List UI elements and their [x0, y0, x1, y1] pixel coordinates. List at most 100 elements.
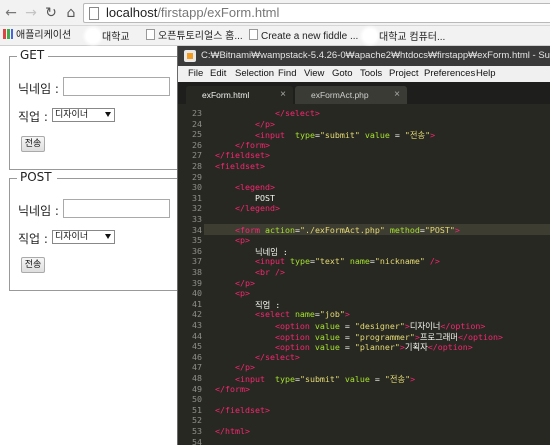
- code-token: =: [369, 374, 385, 384]
- line-number: 24: [192, 118, 202, 129]
- code-token: type: [289, 256, 310, 267]
- close-icon[interactable]: ×: [280, 86, 286, 104]
- bookmark-apps[interactable]: 애플리케이션: [3, 29, 71, 43]
- nickname-input[interactable]: [63, 199, 170, 218]
- code-token: <option: [274, 342, 310, 353]
- home-icon[interactable]: ⌂: [62, 4, 80, 22]
- line-number: 51: [192, 404, 202, 415]
- code-token: <input: [234, 374, 265, 384]
- code-token: </form>: [234, 139, 270, 150]
- code-token: </select>: [254, 351, 300, 362]
- menu-tools[interactable]: Tools: [360, 66, 382, 82]
- line-number: 25: [192, 129, 202, 140]
- code-token: <input: [254, 256, 285, 267]
- menu-find[interactable]: Find: [278, 66, 296, 82]
- window-title-bar[interactable]: C:₩Bitnami₩wampstack-5.4.26-0₩apache2₩ht…: [178, 46, 550, 66]
- bookmark-university-computer[interactable]: 대학교 컴퓨터...: [363, 29, 445, 43]
- line-number-gutter: 23 24 25 26 27 28 29 30 31 32 33 34 35 36 37 38 39 40 41 42…: [178, 104, 204, 445]
- code-line: <form action="./exFormAct.php" method="P…: [215, 225, 460, 235]
- menu-file[interactable]: File: [188, 66, 203, 82]
- tab-exformact-php[interactable]: exFormAct.php ×: [295, 86, 407, 104]
- line-number: 45: [192, 341, 202, 352]
- nickname-input[interactable]: [63, 77, 170, 96]
- code-line: </p>: [215, 362, 255, 372]
- code-token: "전송": [404, 130, 431, 141]
- fieldset-border: [48, 56, 193, 57]
- menu-help[interactable]: Help: [476, 66, 496, 82]
- line-number: 44: [192, 330, 202, 341]
- code-token: 기획자: [404, 342, 428, 353]
- submit-button[interactable]: 전송: [21, 257, 45, 273]
- line-number: 26: [192, 139, 202, 150]
- tab-label: exFormAct.php: [311, 90, 369, 100]
- line-number: 46: [192, 351, 202, 362]
- menu-edit[interactable]: Edit: [210, 66, 226, 82]
- code-editor[interactable]: 23 24 25 26 27 28 29 30 31 32 33 34 35 36 37 38 39 40 41 42…: [178, 104, 550, 445]
- menu-bar: File Edit Selection Find View Goto Tools…: [178, 66, 550, 82]
- dropdown-arrow-icon: [105, 112, 111, 117]
- job-select[interactable]: 디자이너: [52, 230, 115, 244]
- submit-button[interactable]: 전송: [21, 136, 45, 152]
- code-token: type: [294, 130, 315, 141]
- close-icon[interactable]: ×: [394, 86, 400, 104]
- code-line: <fieldset>: [215, 161, 265, 171]
- job-select[interactable]: 디자이너: [52, 108, 115, 122]
- code-token: "job": [319, 309, 345, 320]
- url-text: localhost/firstapp/exForm.html: [106, 5, 279, 20]
- tab-exform-html[interactable]: exForm.html ×: [186, 86, 293, 104]
- code-token: </fieldset>: [215, 150, 270, 161]
- code-token: >: [454, 224, 460, 235]
- back-arrow-icon[interactable]: ←: [2, 4, 20, 22]
- bookmark-opentutorials[interactable]: 오픈튜토리얼스 홈...: [146, 29, 243, 43]
- code-line: </html>: [215, 426, 250, 436]
- reload-icon[interactable]: ↻: [42, 4, 60, 22]
- menu-goto[interactable]: Goto: [332, 66, 353, 82]
- line-number: 38: [192, 267, 202, 277]
- code-token: value: [364, 130, 390, 141]
- bookmarks-bar: 애플리케이션 대학교 오픈튜토리얼스 홈... Create a new fid…: [0, 26, 550, 46]
- code-token: </html>: [215, 426, 250, 436]
- code-line: <legend>: [215, 182, 275, 192]
- code-token: <legend>: [234, 182, 275, 193]
- line-number: 29: [192, 171, 202, 182]
- forward-arrow-icon[interactable]: →: [22, 4, 40, 22]
- menu-project[interactable]: Project: [389, 66, 419, 82]
- code-token: </p>: [254, 118, 275, 129]
- code-line: </p>: [215, 278, 255, 288]
- code-token: value: [344, 374, 370, 384]
- bookmark-label: Create a new fiddle ...: [261, 31, 359, 42]
- job-selected-value: 디자이너: [55, 232, 89, 242]
- line-number: 31: [192, 192, 202, 203]
- menu-view[interactable]: View: [304, 66, 324, 82]
- menu-selection[interactable]: Selection: [235, 66, 274, 82]
- code-token: <form: [234, 224, 260, 235]
- code-token: >: [410, 374, 416, 384]
- code-token: =: [339, 342, 355, 353]
- code-token: action: [264, 224, 295, 235]
- page-icon: [146, 29, 155, 40]
- dropdown-arrow-icon: [105, 234, 111, 239]
- browser-toolbar: ← → ↻ ⌂ localhost/firstapp/exForm.html: [0, 0, 550, 26]
- code-token: method: [389, 224, 420, 235]
- code-token: name: [349, 256, 370, 267]
- get-legend: GET: [19, 48, 46, 62]
- code-token: </p>: [234, 362, 255, 373]
- menu-preferences[interactable]: Preferences: [424, 66, 475, 82]
- code-token: </option>: [458, 331, 503, 342]
- bookmark-fiddle[interactable]: Create a new fiddle ...: [249, 29, 358, 43]
- code-line: <br />: [215, 267, 285, 277]
- address-bar[interactable]: localhost/firstapp/exForm.html: [83, 3, 550, 23]
- nickname-label: 닉네임 :: [18, 204, 59, 218]
- bookmark-university[interactable]: 대학교: [86, 29, 130, 43]
- code-token: <p>: [234, 288, 250, 299]
- code-token: >: [430, 130, 436, 141]
